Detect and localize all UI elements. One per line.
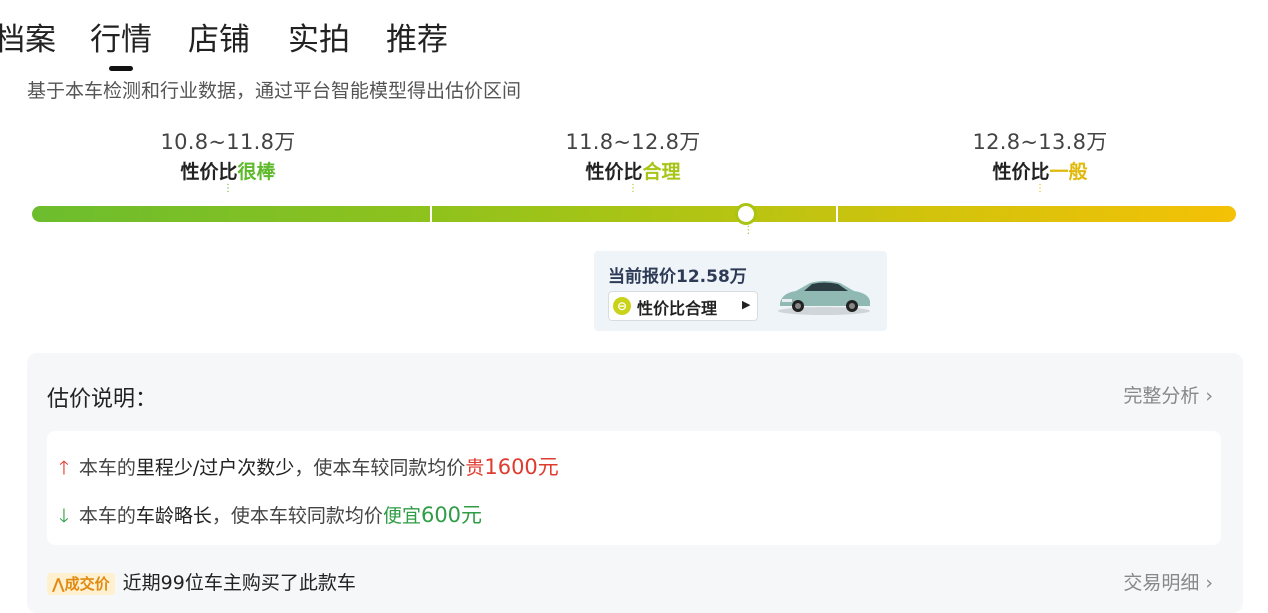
factor-item-down: 🡓 本车的车龄略长，使本车较同款均价便宜600元 bbox=[59, 499, 482, 534]
deal-price-tag: ⋀成交价 bbox=[47, 573, 115, 595]
factor-mid: ，使本车较同款均价 bbox=[211, 505, 383, 527]
value-rating-text: 性价比合理 bbox=[637, 299, 718, 318]
neutral-face-icon: ⊖ bbox=[613, 297, 631, 315]
valuation-description: 基于本车检测和行业数据，通过平台智能模型得出估价区间 bbox=[27, 80, 522, 102]
scale-divider bbox=[836, 206, 838, 222]
grade-label: 很棒 bbox=[237, 161, 276, 183]
panel-title: 估价说明： bbox=[47, 387, 158, 412]
grade-prefix: 性价比 bbox=[180, 161, 238, 183]
arrow-down-icon: 🡓 bbox=[59, 505, 69, 527]
price-range-great: 10.8~11.8万 性价比很棒 ⋮ bbox=[88, 126, 368, 194]
range-price: 11.8~12.8万 bbox=[565, 130, 701, 154]
range-tick-dots: ⋮ bbox=[223, 183, 233, 194]
scale-divider bbox=[430, 206, 432, 222]
range-tick-dots: ⋮ bbox=[1035, 183, 1045, 194]
factor-list: 🡑 本车的里程少/过户次数少，使本车较同款均价贵1600元 🡓 本车的车龄略长，使本… bbox=[47, 431, 1221, 545]
price-scale-bar bbox=[32, 206, 1236, 222]
deal-tag-label: 成交价 bbox=[64, 575, 110, 593]
recent-deals: ⋀成交价 近期99位车主购买了此款车 bbox=[47, 568, 356, 595]
full-analysis-link[interactable]: 完整分析 › bbox=[1123, 381, 1213, 408]
price-range-average: 12.8~13.8万 性价比一般 ⋮ bbox=[900, 126, 1180, 194]
play-arrow-icon: ▶ bbox=[742, 298, 751, 311]
factor-key: 车龄略长 bbox=[135, 505, 212, 527]
tab-archive[interactable]: 档案 bbox=[0, 14, 56, 59]
grade-prefix: 性价比 bbox=[585, 161, 643, 183]
value-rating-chip[interactable]: ⊖ 性价比合理 ▶ bbox=[608, 291, 758, 321]
tab-recommend[interactable]: 推荐 bbox=[386, 14, 448, 59]
valuation-explanation-panel: 估价说明： 完整分析 › 🡑 本车的里程少/过户次数少，使本车较同款均价贵1600… bbox=[27, 353, 1243, 613]
marker-tick-dots: ⋮ bbox=[743, 225, 754, 236]
tab-photos[interactable]: 实拍 bbox=[288, 14, 350, 59]
tab-market[interactable]: 行情 bbox=[90, 14, 152, 59]
range-grade: 性价比一般 bbox=[900, 157, 1180, 184]
range-tick-dots: ⋮ bbox=[628, 183, 638, 194]
range-price: 10.8~11.8万 bbox=[160, 130, 296, 154]
range-grade: 性价比很棒 bbox=[88, 157, 368, 184]
range-price: 12.8~13.8万 bbox=[972, 130, 1108, 154]
factor-prefix: 本车的 bbox=[78, 457, 136, 479]
range-grade: 性价比合理 bbox=[493, 157, 773, 184]
grade-label: 一般 bbox=[1049, 161, 1088, 183]
factor-mid: ，使本车较同款均价 bbox=[294, 457, 466, 479]
factor-amount: 1600元 bbox=[484, 455, 559, 479]
badge-icon: ⋀ bbox=[52, 575, 65, 593]
factor-amount: 600元 bbox=[420, 503, 483, 527]
grade-prefix: 性价比 bbox=[992, 161, 1050, 183]
factor-effect: 贵 bbox=[465, 457, 485, 479]
factor-effect: 便宜 bbox=[382, 505, 421, 527]
current-price-card: 当前报价12.58万 ⊖ 性价比合理 ▶ bbox=[594, 251, 887, 331]
factor-prefix: 本车的 bbox=[78, 505, 136, 527]
grade-label: 合理 bbox=[642, 161, 681, 183]
current-price-label: 当前报价12.58万 bbox=[608, 267, 747, 287]
factor-key: 里程少/过户次数少 bbox=[135, 457, 295, 479]
price-range-fair: 11.8~12.8万 性价比合理 ⋮ bbox=[493, 126, 773, 194]
car-image bbox=[778, 281, 870, 315]
factor-item-up: 🡑 本车的里程少/过户次数少，使本车较同款均价贵1600元 bbox=[59, 451, 559, 486]
deal-details-link[interactable]: 交易明细 › bbox=[1123, 568, 1213, 595]
deal-text: 近期99位车主购买了此款车 bbox=[122, 572, 356, 594]
tab-store[interactable]: 店铺 bbox=[188, 14, 250, 59]
arrow-up-icon: 🡑 bbox=[59, 457, 69, 479]
